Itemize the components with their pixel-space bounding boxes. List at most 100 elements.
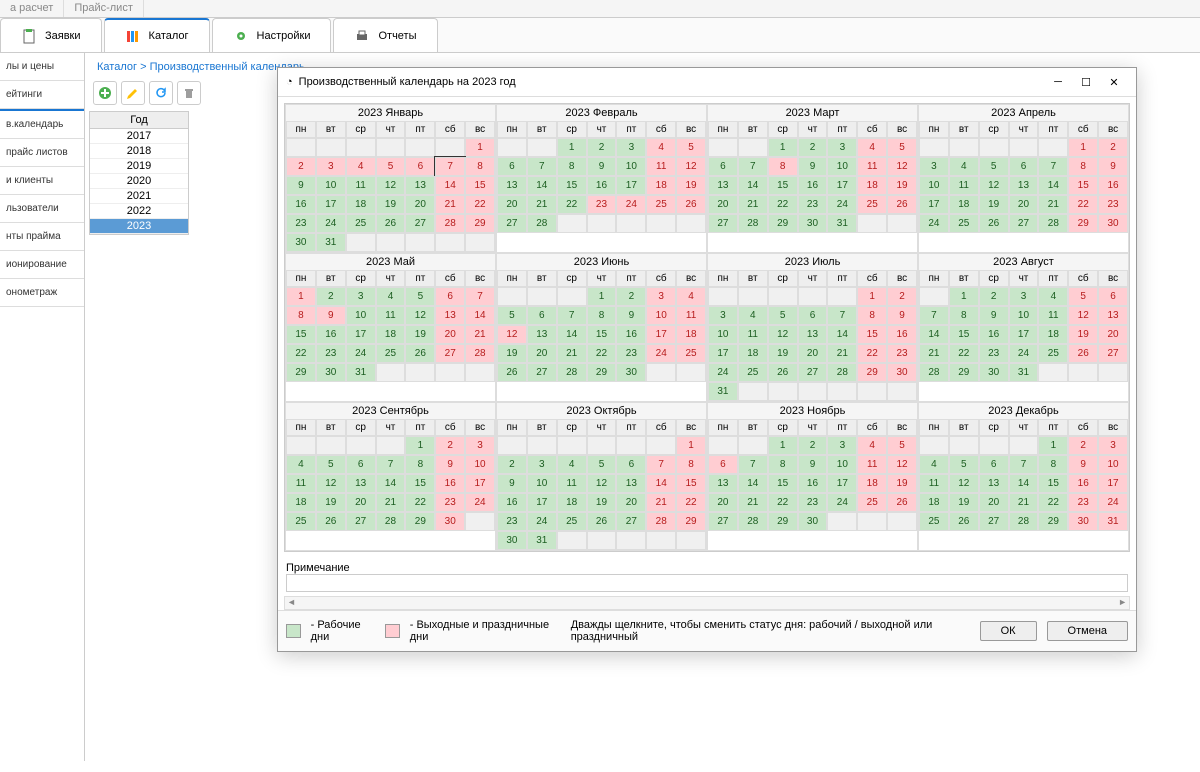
day-cell[interactable]: 17 (919, 195, 949, 214)
day-cell[interactable]: 8 (1068, 157, 1098, 176)
day-cell[interactable]: 5 (316, 455, 346, 474)
day-cell[interactable]: 6 (346, 455, 376, 474)
day-cell[interactable]: 15 (587, 325, 617, 344)
day-cell[interactable]: 14 (1038, 176, 1068, 195)
day-cell[interactable]: 11 (646, 157, 676, 176)
day-cell[interactable]: 24 (919, 214, 949, 233)
day-cell[interactable]: 22 (557, 195, 587, 214)
day-cell[interactable]: 30 (979, 363, 1009, 382)
day-cell[interactable]: 20 (527, 344, 557, 363)
day-cell[interactable]: 24 (316, 214, 346, 233)
day-cell[interactable]: 14 (527, 176, 557, 195)
day-cell[interactable]: 14 (919, 325, 949, 344)
day-cell[interactable]: 24 (1098, 493, 1128, 512)
day-cell[interactable]: 10 (616, 157, 646, 176)
day-cell[interactable]: 16 (616, 325, 646, 344)
day-cell[interactable]: 23 (798, 493, 828, 512)
sidebar-item[interactable]: нты прайма (0, 223, 84, 251)
day-cell[interactable]: 23 (979, 344, 1009, 363)
day-cell[interactable]: 23 (1068, 493, 1098, 512)
day-cell[interactable]: 13 (497, 176, 527, 195)
day-cell[interactable]: 19 (316, 493, 346, 512)
day-cell[interactable]: 26 (949, 512, 979, 531)
day-cell[interactable]: 19 (887, 474, 917, 493)
day-cell[interactable]: 19 (587, 493, 617, 512)
day-cell[interactable]: 12 (405, 306, 435, 325)
day-cell[interactable]: 26 (587, 512, 617, 531)
day-cell[interactable]: 30 (798, 214, 828, 233)
day-cell[interactable]: 19 (949, 493, 979, 512)
day-cell[interactable]: 26 (768, 363, 798, 382)
day-cell[interactable]: 8 (949, 306, 979, 325)
day-cell[interactable]: 12 (376, 176, 406, 195)
day-cell[interactable]: 3 (346, 287, 376, 306)
day-cell[interactable]: 19 (887, 176, 917, 195)
day-cell[interactable]: 27 (1098, 344, 1128, 363)
day-cell[interactable]: 27 (616, 512, 646, 531)
day-cell[interactable]: 23 (887, 344, 917, 363)
day-cell[interactable]: 5 (979, 157, 1009, 176)
day-cell[interactable]: 30 (1068, 512, 1098, 531)
day-cell[interactable]: 30 (798, 512, 828, 531)
day-cell[interactable]: 12 (887, 455, 917, 474)
day-cell[interactable]: 16 (286, 195, 316, 214)
day-cell[interactable]: 25 (738, 363, 768, 382)
day-cell[interactable]: 3 (465, 436, 495, 455)
day-cell[interactable]: 22 (768, 493, 798, 512)
note-input[interactable] (286, 574, 1128, 592)
day-cell[interactable]: 13 (1098, 306, 1128, 325)
day-cell[interactable]: 7 (376, 455, 406, 474)
day-cell[interactable]: 26 (887, 195, 917, 214)
day-cell[interactable]: 12 (676, 157, 706, 176)
day-cell[interactable]: 16 (979, 325, 1009, 344)
day-cell[interactable]: 13 (798, 325, 828, 344)
day-cell[interactable]: 20 (616, 493, 646, 512)
day-cell[interactable]: 24 (708, 363, 738, 382)
day-cell[interactable]: 3 (1009, 287, 1039, 306)
day-cell[interactable]: 26 (979, 214, 1009, 233)
year-item[interactable]: 2021 (90, 189, 188, 204)
main-tab-настройки[interactable]: Настройки (212, 18, 332, 52)
day-cell[interactable]: 29 (465, 214, 495, 233)
day-cell[interactable]: 2 (497, 455, 527, 474)
day-cell[interactable]: 27 (708, 512, 738, 531)
day-cell[interactable]: 3 (919, 157, 949, 176)
day-cell[interactable]: 28 (919, 363, 949, 382)
day-cell[interactable]: 23 (435, 493, 465, 512)
day-cell[interactable]: 12 (587, 474, 617, 493)
day-cell[interactable]: 24 (827, 493, 857, 512)
day-cell[interactable]: 30 (286, 233, 316, 252)
day-cell[interactable]: 24 (346, 344, 376, 363)
close-button[interactable]: ✕ (1100, 72, 1128, 92)
day-cell[interactable]: 2 (1098, 138, 1128, 157)
day-cell[interactable]: 17 (346, 325, 376, 344)
day-cell[interactable]: 15 (949, 325, 979, 344)
day-cell[interactable]: 10 (919, 176, 949, 195)
day-cell[interactable]: 22 (1068, 195, 1098, 214)
day-cell[interactable]: 30 (316, 363, 346, 382)
day-cell[interactable]: 1 (587, 287, 617, 306)
day-cell[interactable]: 6 (405, 157, 435, 176)
day-cell[interactable]: 18 (286, 493, 316, 512)
day-cell[interactable]: 1 (768, 138, 798, 157)
day-cell[interactable]: 3 (827, 436, 857, 455)
year-item[interactable]: 2023 (90, 219, 188, 234)
day-cell[interactable]: 20 (708, 195, 738, 214)
day-cell[interactable]: 3 (1098, 436, 1128, 455)
edit-button[interactable] (121, 81, 145, 105)
day-cell[interactable]: 12 (887, 157, 917, 176)
day-cell[interactable]: 25 (646, 195, 676, 214)
day-cell[interactable]: 12 (979, 176, 1009, 195)
day-cell[interactable]: 8 (768, 455, 798, 474)
day-cell[interactable]: 16 (497, 493, 527, 512)
day-cell[interactable]: 30 (497, 531, 527, 550)
day-cell[interactable]: 28 (376, 512, 406, 531)
day-cell[interactable]: 15 (857, 325, 887, 344)
day-cell[interactable]: 4 (949, 157, 979, 176)
day-cell[interactable]: 4 (557, 455, 587, 474)
main-tab-заявки[interactable]: Заявки (0, 18, 102, 52)
day-cell[interactable]: 11 (376, 306, 406, 325)
day-cell[interactable]: 17 (616, 176, 646, 195)
day-cell[interactable]: 6 (979, 455, 1009, 474)
day-cell[interactable]: 14 (827, 325, 857, 344)
